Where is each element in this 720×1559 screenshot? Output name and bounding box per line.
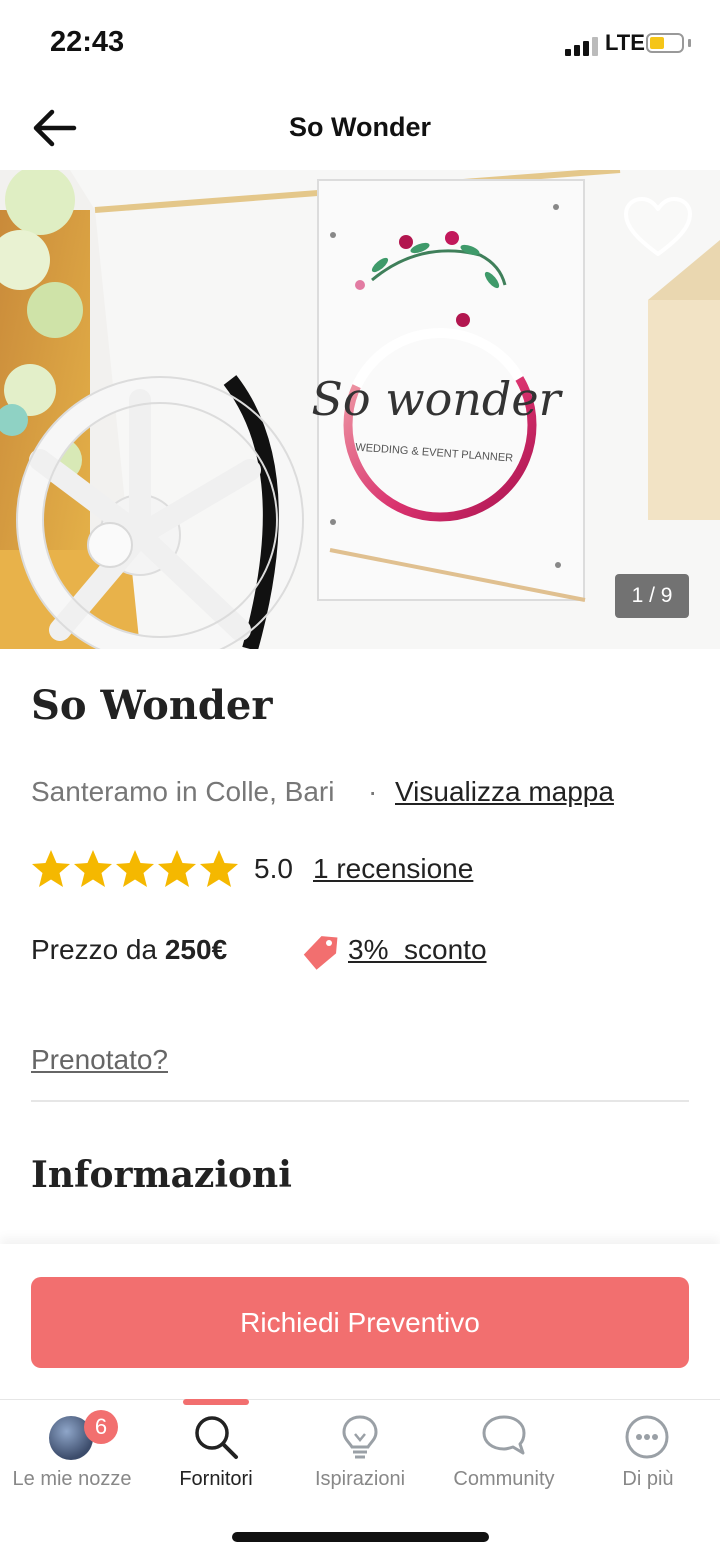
chat-bubble-icon (482, 1415, 526, 1455)
vendor-name: So Wonder (31, 682, 273, 729)
view-map-link[interactable]: Visualizza mappa (395, 776, 614, 808)
star-icon (32, 850, 70, 887)
tab-label: Fornitori (179, 1468, 253, 1490)
home-indicator (232, 1532, 489, 1542)
status-time: 22:43 (50, 26, 125, 58)
battery-icon (646, 33, 684, 53)
photo-counter: 1 / 9 (615, 574, 689, 618)
network-type: LTE (605, 30, 645, 55)
vendor-location: Santeramo in Colle, Bari (31, 776, 335, 807)
status-bar: 22:43 LTE (0, 0, 720, 88)
hero-illustration: So wonder WEDDING & EVENT PLANNER (0, 170, 720, 649)
hero-photo[interactable]: So wonder WEDDING & EVENT PLANNER 1 / 9 (0, 170, 720, 649)
tab-label: Community (453, 1468, 555, 1490)
tag-icon (303, 936, 338, 970)
search-icon (195, 1416, 238, 1459)
star-icon (158, 850, 196, 887)
tab-vendors[interactable]: Fornitori (144, 1400, 288, 1510)
tab-label: Ispirazioni (314, 1468, 406, 1490)
booked-link[interactable]: Prenotato? (31, 1044, 168, 1076)
section-title-info: Informazioni (31, 1154, 292, 1196)
signal-icon (565, 37, 598, 56)
tab-inspiration[interactable]: Ispirazioni (288, 1400, 432, 1510)
nav-header: So Wonder (0, 88, 720, 171)
star-icon (116, 850, 154, 887)
request-quote-button[interactable]: Richiedi Preventivo (31, 1277, 689, 1368)
price-info: Prezzo da 250€ (31, 934, 227, 966)
more-icon (625, 1415, 669, 1459)
page-title: So Wonder (288, 112, 431, 142)
price-value: 250€ (164, 934, 228, 965)
tab-more[interactable]: Di più (576, 1400, 720, 1510)
rating-stars (31, 848, 239, 890)
discount-link[interactable]: 3% sconto (348, 934, 487, 966)
tab-label: Di più (622, 1468, 674, 1490)
rating-value: 5.0 (254, 853, 293, 884)
reviews-link[interactable]: 1 recensione (313, 853, 473, 885)
price-label: Prezzo da (31, 934, 165, 965)
battery-tip (688, 39, 691, 47)
notification-badge: 6 (84, 1410, 118, 1444)
lightbulb-icon (342, 1415, 378, 1459)
heart-icon[interactable] (622, 196, 694, 260)
divider (31, 1100, 689, 1102)
logo-script: So wonder (311, 372, 563, 426)
tab-label: Le mie nozze (12, 1468, 132, 1490)
tab-community[interactable]: Community (432, 1400, 576, 1510)
separator-dot: · (368, 776, 378, 807)
active-tab-indicator (183, 1399, 249, 1405)
star-icon (74, 850, 112, 887)
star-icon (200, 850, 238, 887)
